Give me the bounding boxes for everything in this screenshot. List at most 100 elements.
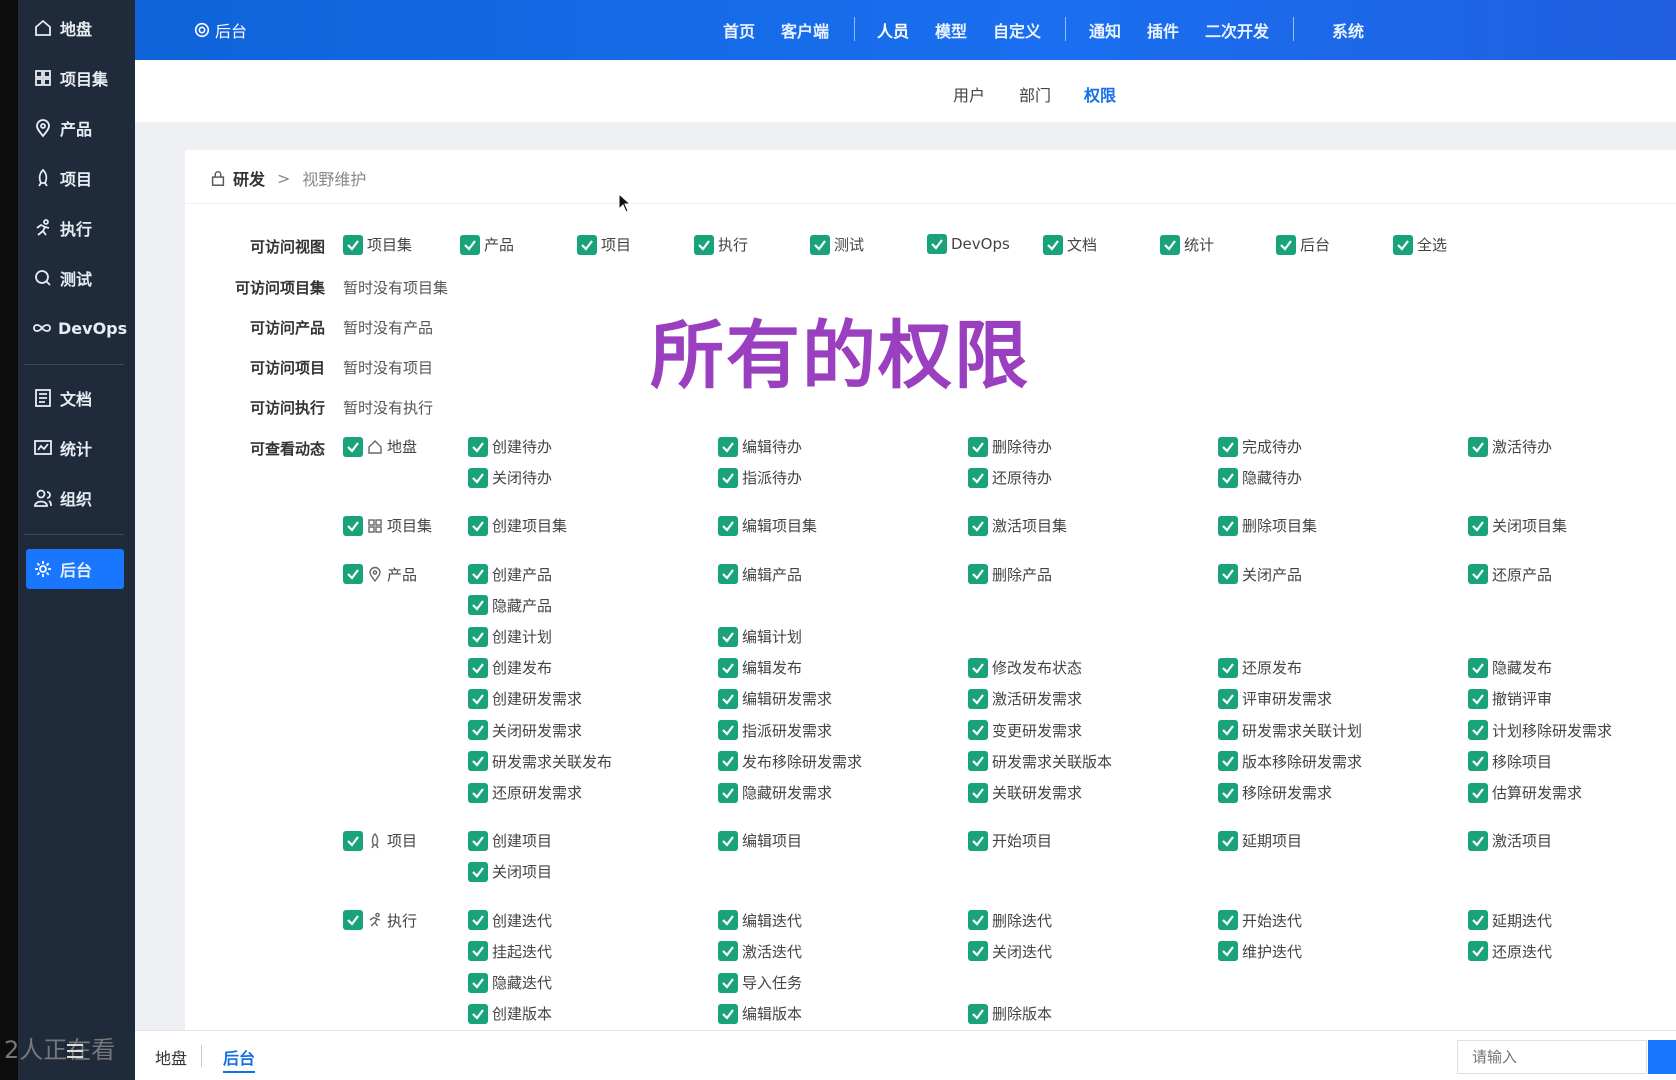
action-checkbox[interactable]: 关闭迭代 (968, 941, 1052, 962)
view-checkbox[interactable]: 产品 (460, 234, 514, 255)
checkbox-checked-icon[interactable] (718, 941, 738, 962)
action-checkbox[interactable]: 还原研发需求 (468, 782, 582, 803)
action-checkbox[interactable]: 移除项目 (1468, 751, 1552, 772)
action-checkbox[interactable]: 激活待办 (1468, 436, 1552, 457)
nav-people[interactable]: 人员 (877, 18, 909, 42)
checkbox-checked-icon[interactable] (718, 910, 738, 931)
checkbox-checked-icon[interactable] (468, 910, 488, 931)
checkbox-checked-icon[interactable] (718, 830, 738, 851)
action-checkbox[interactable]: 版本移除研发需求 (1218, 751, 1362, 772)
view-checkbox[interactable]: 项目 (577, 234, 631, 255)
checkbox-checked-icon[interactable] (718, 751, 738, 772)
checkbox-checked-icon[interactable] (1468, 720, 1488, 741)
action-checkbox[interactable]: 研发需求关联版本 (968, 751, 1112, 772)
checkbox-checked-icon[interactable] (343, 830, 363, 851)
search-button[interactable] (1648, 1040, 1676, 1074)
module-checkbox[interactable]: 项目集 (343, 515, 432, 536)
checkbox-checked-icon[interactable] (343, 910, 363, 931)
action-checkbox[interactable]: 隐藏迭代 (468, 972, 552, 993)
action-checkbox[interactable]: 隐藏产品 (468, 595, 552, 616)
checkbox-checked-icon[interactable] (718, 972, 738, 993)
checkbox-checked-icon[interactable] (577, 234, 597, 255)
checkbox-checked-icon[interactable] (1160, 234, 1180, 255)
action-checkbox[interactable]: 撤销评审 (1468, 688, 1552, 709)
checkbox-checked-icon[interactable] (1468, 830, 1488, 851)
action-checkbox[interactable]: 发布移除研发需求 (718, 751, 862, 772)
view-checkbox[interactable]: DevOps (927, 234, 1010, 254)
sidebar-item-org[interactable]: 组织 (26, 478, 124, 518)
checkbox-checked-icon[interactable] (1043, 234, 1063, 255)
action-checkbox[interactable]: 变更研发需求 (968, 720, 1082, 741)
checkbox-checked-icon[interactable] (1218, 515, 1238, 536)
action-checkbox[interactable]: 删除项目集 (1218, 515, 1317, 536)
checkbox-checked-icon[interactable] (468, 595, 488, 616)
checkbox-checked-icon[interactable] (718, 515, 738, 536)
action-checkbox[interactable]: 关闭项目 (468, 861, 552, 882)
view-checkbox[interactable]: 全选 (1393, 234, 1447, 255)
action-checkbox[interactable]: 编辑迭代 (718, 910, 802, 931)
checkbox-checked-icon[interactable] (1218, 564, 1238, 585)
checkbox-checked-icon[interactable] (468, 688, 488, 709)
action-checkbox[interactable]: 删除版本 (968, 1003, 1052, 1024)
action-checkbox[interactable]: 编辑项目集 (718, 515, 817, 536)
checkbox-checked-icon[interactable] (468, 626, 488, 647)
view-checkbox[interactable]: 文档 (1043, 234, 1097, 255)
action-checkbox[interactable]: 编辑发布 (718, 657, 802, 678)
nav-custom[interactable]: 自定义 (993, 18, 1041, 42)
action-checkbox[interactable]: 延期迭代 (1468, 910, 1552, 931)
checkbox-checked-icon[interactable] (718, 720, 738, 741)
tab-users[interactable]: 用户 (953, 82, 985, 106)
nav-system[interactable]: 系统 (1332, 18, 1364, 42)
sidebar-item-test[interactable]: 测试 (26, 258, 124, 298)
view-checkbox[interactable]: 项目集 (343, 234, 412, 255)
checkbox-checked-icon[interactable] (468, 972, 488, 993)
checkbox-checked-icon[interactable] (468, 782, 488, 803)
checkbox-checked-icon[interactable] (343, 515, 363, 536)
nav-home[interactable]: 首页 (723, 18, 755, 42)
action-checkbox[interactable]: 激活项目集 (968, 515, 1067, 536)
checkbox-checked-icon[interactable] (468, 720, 488, 741)
checkbox-checked-icon[interactable] (468, 436, 488, 457)
action-checkbox[interactable]: 创建发布 (468, 657, 552, 678)
action-checkbox[interactable]: 删除待办 (968, 436, 1052, 457)
action-checkbox[interactable]: 隐藏发布 (1468, 657, 1552, 678)
checkbox-checked-icon[interactable] (718, 782, 738, 803)
checkbox-checked-icon[interactable] (343, 436, 363, 457)
checkbox-checked-icon[interactable] (968, 910, 988, 931)
view-checkbox[interactable]: 测试 (810, 234, 864, 255)
checkbox-checked-icon[interactable] (968, 436, 988, 457)
action-checkbox[interactable]: 激活项目 (1468, 830, 1552, 851)
checkbox-checked-icon[interactable] (1218, 830, 1238, 851)
action-checkbox[interactable]: 开始迭代 (1218, 910, 1302, 931)
checkbox-checked-icon[interactable] (468, 1003, 488, 1024)
action-checkbox[interactable]: 计划移除研发需求 (1468, 720, 1612, 741)
sidebar-item-execution[interactable]: 执行 (26, 208, 124, 248)
action-checkbox[interactable]: 隐藏待办 (1218, 467, 1302, 488)
checkbox-checked-icon[interactable] (1468, 436, 1488, 457)
checkbox-checked-icon[interactable] (968, 1003, 988, 1024)
action-checkbox[interactable]: 指派研发需求 (718, 720, 832, 741)
action-checkbox[interactable]: 还原待办 (968, 467, 1052, 488)
checkbox-checked-icon[interactable] (1468, 751, 1488, 772)
action-checkbox[interactable]: 评审研发需求 (1218, 688, 1332, 709)
action-checkbox[interactable]: 还原发布 (1218, 657, 1302, 678)
menu-icon[interactable] (64, 1040, 86, 1062)
action-checkbox[interactable]: 研发需求关联计划 (1218, 720, 1362, 741)
checkbox-checked-icon[interactable] (1218, 782, 1238, 803)
checkbox-checked-icon[interactable] (718, 657, 738, 678)
action-checkbox[interactable]: 维护迭代 (1218, 941, 1302, 962)
checkbox-checked-icon[interactable] (468, 467, 488, 488)
checkbox-checked-icon[interactable] (1468, 688, 1488, 709)
checkbox-checked-icon[interactable] (718, 626, 738, 647)
action-checkbox[interactable]: 研发需求关联发布 (468, 751, 612, 772)
action-checkbox[interactable]: 删除迭代 (968, 910, 1052, 931)
checkbox-checked-icon[interactable] (1218, 657, 1238, 678)
tab-permissions[interactable]: 权限 (1084, 82, 1116, 106)
action-checkbox[interactable]: 关闭产品 (1218, 564, 1302, 585)
action-checkbox[interactable]: 激活研发需求 (968, 688, 1082, 709)
checkbox-checked-icon[interactable] (810, 234, 830, 255)
module-checkbox[interactable]: 产品 (343, 564, 417, 585)
action-checkbox[interactable]: 修改发布状态 (968, 657, 1082, 678)
checkbox-checked-icon[interactable] (1468, 657, 1488, 678)
breadcrumb-root[interactable]: 研发 (233, 166, 265, 190)
